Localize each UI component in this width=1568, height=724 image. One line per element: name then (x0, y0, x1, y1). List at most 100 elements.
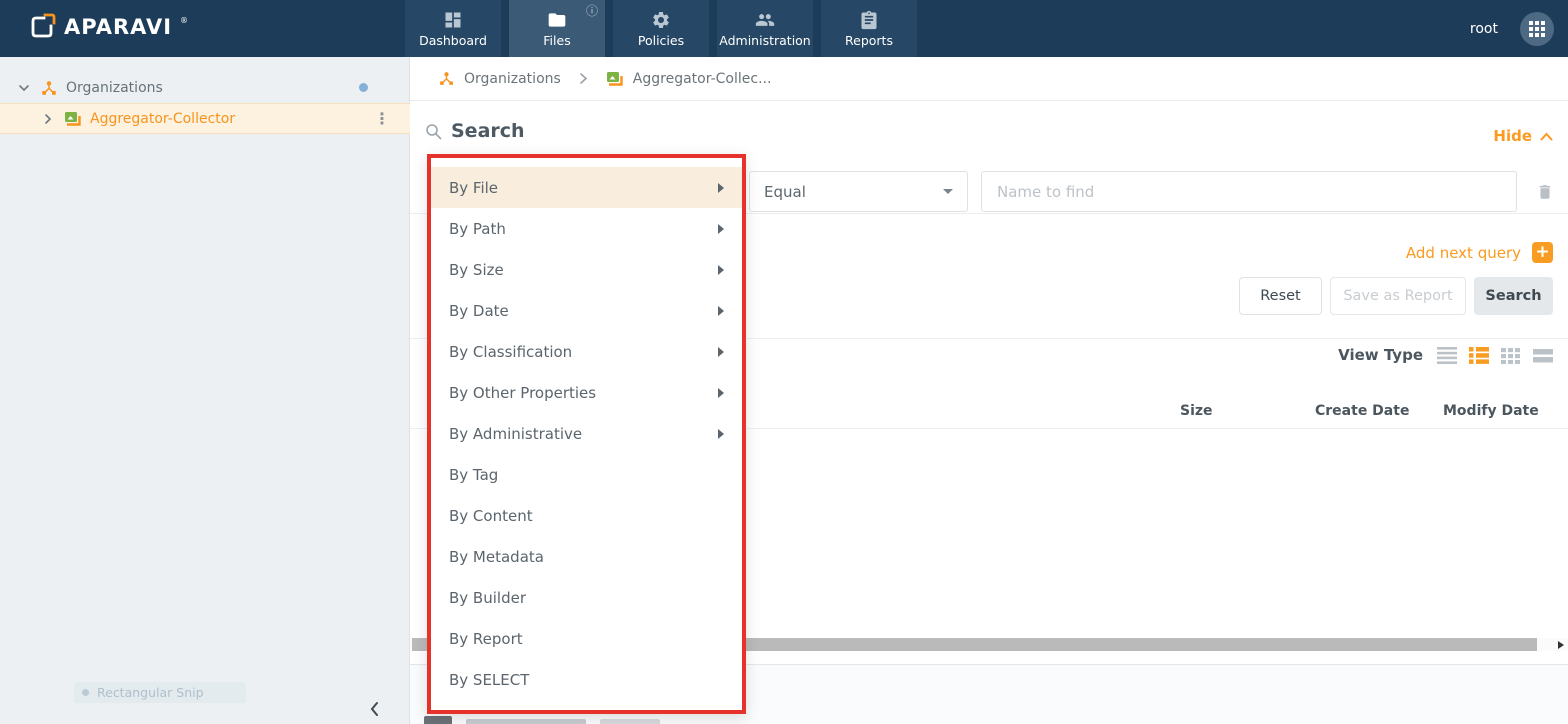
menu-item-by-report[interactable]: By Report (431, 618, 742, 659)
reset-button[interactable]: Reset (1239, 277, 1322, 315)
apps-grid-button[interactable] (1520, 11, 1554, 46)
breadcrumb-item-aggregator-collector[interactable]: Aggregator-Collec... (606, 70, 772, 87)
menu-item-by-content[interactable]: By Content (431, 495, 742, 536)
menu-item-by-size[interactable]: By Size (431, 249, 742, 290)
view-type-switcher: View Type (1338, 346, 1553, 364)
clipboard-icon (859, 10, 879, 30)
tree-item-aggregator-collector[interactable]: Aggregator-Collector ⋮ (0, 103, 410, 134)
search-section-header: Search (425, 120, 525, 142)
aparavi-logo-icon (28, 13, 56, 41)
snip-ghost-label: Rectangular Snip (97, 685, 204, 700)
menu-item-by-other-properties[interactable]: By Other Properties (431, 372, 742, 413)
hide-search-link[interactable]: Hide (1493, 127, 1553, 145)
trash-icon[interactable] (1536, 182, 1556, 202)
submenu-arrow-icon (718, 264, 724, 275)
view-grid-icon[interactable] (1501, 347, 1521, 364)
hide-label: Hide (1493, 127, 1532, 145)
current-user: root (1469, 20, 1498, 37)
column-header-modify-date[interactable]: Modify Date (1443, 403, 1539, 419)
tab-label: Policies (637, 32, 685, 48)
org-tree-sidebar: Organizations Aggregator-Collector ⋮ Rec… (0, 57, 410, 724)
menu-item-by-tag[interactable]: By Tag (431, 454, 742, 495)
submenu-arrow-icon (718, 305, 724, 316)
tab-label: Reports (845, 32, 893, 48)
navbar-right: root (1470, 0, 1554, 57)
people-icon (754, 10, 776, 30)
breadcrumb-label: Aggregator-Collec... (632, 70, 772, 87)
search-actions: Reset Save as Report Search (1239, 277, 1553, 315)
aparavi-logo: APARAVI ® (28, 13, 188, 41)
breadcrumb: Organizations Aggregator-Collec... (410, 57, 1568, 101)
apps-grid-icon (1529, 20, 1545, 37)
folder-icon (547, 10, 567, 30)
tab-label: Dashboard (419, 32, 487, 48)
chevron-down-icon[interactable] (18, 82, 30, 94)
tab-label: Administration (719, 32, 811, 48)
add-next-query-label: Add next query (1405, 243, 1521, 262)
collector-icon (64, 111, 82, 127)
view-detail-list-icon[interactable] (1469, 346, 1489, 364)
info-icon[interactable]: ⓘ (586, 5, 598, 17)
chevron-down-icon (943, 189, 953, 194)
tab-dashboard[interactable]: Dashboard (405, 0, 501, 57)
operator-select[interactable]: Equal (749, 171, 968, 212)
tab-files[interactable]: ⓘ Files (509, 0, 605, 57)
organizations-icon (438, 70, 455, 87)
app-window: APARAVI ® Dashboard ⓘ Files Policies Adm… (0, 0, 1568, 724)
view-tiles-icon[interactable] (1533, 347, 1553, 364)
search-button[interactable]: Search (1474, 277, 1553, 315)
rectangular-snip-ghost: Rectangular Snip (74, 682, 246, 703)
tab-reports[interactable]: Reports (821, 0, 917, 57)
tab-administration[interactable]: Administration (717, 0, 813, 57)
menu-item-by-builder[interactable]: By Builder (431, 577, 742, 618)
operator-value: Equal (764, 182, 806, 201)
gear-icon (651, 10, 671, 30)
organizations-icon (40, 79, 58, 97)
save-as-report-button[interactable]: Save as Report (1330, 277, 1466, 315)
snip-dot-icon (82, 689, 89, 696)
status-dot (359, 83, 368, 92)
menu-item-by-date[interactable]: By Date (431, 290, 742, 331)
dashboard-icon (443, 10, 463, 30)
chevron-right-icon[interactable] (42, 113, 54, 125)
add-next-query[interactable]: Add next query + (1406, 242, 1553, 263)
submenu-arrow-icon (718, 346, 724, 357)
collector-icon (606, 71, 624, 87)
name-to-find-input[interactable] (981, 171, 1517, 212)
plus-icon[interactable]: + (1532, 242, 1553, 263)
search-title: Search (451, 120, 525, 142)
column-header-size[interactable]: Size (1180, 403, 1213, 419)
tab-label: Files (543, 32, 571, 48)
scrollbar-right-arrow[interactable] (1558, 641, 1564, 649)
sidebar-collapse-button[interactable] (362, 697, 386, 721)
menu-item-by-path[interactable]: By Path (431, 208, 742, 249)
footer-partial-glyphs (424, 716, 660, 724)
menu-item-by-select[interactable]: By SELECT (431, 659, 742, 700)
chevron-right-icon (579, 72, 588, 85)
menu-item-by-metadata[interactable]: By Metadata (431, 536, 742, 577)
tree-item-label: Aggregator-Collector (90, 110, 236, 127)
breadcrumb-label: Organizations (464, 70, 561, 87)
breadcrumb-item-organizations[interactable]: Organizations (438, 70, 561, 87)
chevron-up-icon (1540, 132, 1553, 141)
kebab-menu-icon[interactable]: ⋮ (374, 110, 390, 126)
main-nav-tabs: Dashboard ⓘ Files Policies Administratio… (405, 0, 917, 57)
top-navbar: APARAVI ® Dashboard ⓘ Files Policies Adm… (0, 0, 1568, 57)
submenu-arrow-icon (718, 387, 724, 398)
search-icon (425, 123, 442, 140)
submenu-arrow-icon (718, 428, 724, 439)
submenu-arrow-icon (718, 223, 724, 234)
tab-policies[interactable]: Policies (613, 0, 709, 57)
menu-item-by-administrative[interactable]: By Administrative (431, 413, 742, 454)
menu-item-by-classification[interactable]: By Classification (431, 331, 742, 372)
view-list-icon[interactable] (1437, 346, 1457, 364)
menu-item-by-file[interactable]: By File (431, 167, 742, 208)
view-type-label: View Type (1338, 346, 1423, 364)
tree-item-organizations[interactable]: Organizations (0, 72, 410, 103)
brand-name: APARAVI (64, 15, 173, 39)
submenu-arrow-icon (718, 182, 724, 193)
brand-registered-mark: ® (180, 15, 189, 25)
search-field-menu: By File By Path By Size By Date By Class… (427, 154, 746, 714)
column-header-create-date[interactable]: Create Date (1315, 403, 1409, 419)
tree-item-label: Organizations (66, 79, 163, 96)
